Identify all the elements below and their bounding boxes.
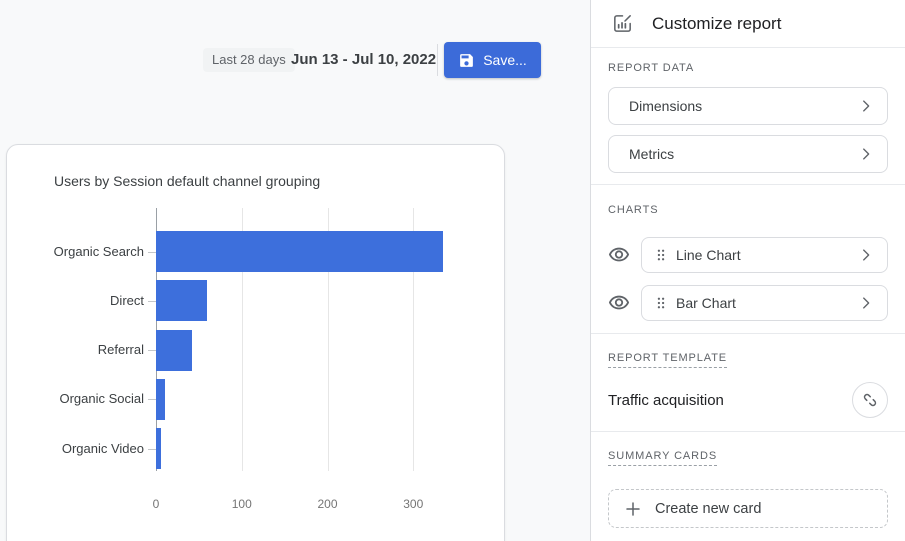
y-axis-tick bbox=[148, 449, 156, 450]
section-report-data: REPORT DATA Dimensions Metrics bbox=[591, 48, 905, 173]
bar-organic-video bbox=[156, 428, 161, 469]
category-label: Referral bbox=[7, 342, 144, 358]
bar-chart-label: Bar Chart bbox=[676, 295, 857, 311]
customize-report-icon bbox=[611, 12, 634, 35]
template-row: Traffic acquisition bbox=[608, 382, 888, 418]
panel-header: Customize report bbox=[591, 0, 905, 47]
panel-title: Customize report bbox=[652, 14, 781, 34]
visibility-eye-icon[interactable] bbox=[608, 244, 630, 266]
report-template-label: REPORT TEMPLATE bbox=[608, 352, 727, 368]
bar-referral bbox=[156, 330, 192, 371]
report-data-label: REPORT DATA bbox=[608, 62, 694, 74]
chevron-right-icon bbox=[857, 97, 875, 115]
category-label: Organic Social bbox=[7, 391, 144, 407]
x-tick-label: 100 bbox=[232, 497, 252, 511]
chevron-right-icon bbox=[857, 145, 875, 163]
plus-icon bbox=[624, 500, 642, 518]
bar-chart-plot-area bbox=[156, 208, 499, 471]
x-tick-label: 0 bbox=[153, 497, 160, 511]
category-label: Organic Video bbox=[7, 441, 144, 457]
create-new-card-button[interactable]: Create new card bbox=[608, 489, 888, 528]
bar-organic-search bbox=[156, 231, 443, 272]
customize-report-panel: Customize report REPORT DATA Dimensions … bbox=[590, 0, 905, 541]
y-axis-tick bbox=[148, 350, 156, 351]
y-axis-tick bbox=[148, 399, 156, 400]
report-chart-card: Users by Session default channel groupin… bbox=[6, 144, 505, 541]
x-tick-label: 300 bbox=[403, 497, 423, 511]
section-charts: CHARTS Line Chart bbox=[591, 185, 905, 321]
line-chart-row: Line Chart bbox=[608, 237, 888, 273]
line-chart-box[interactable]: Line Chart bbox=[641, 237, 888, 273]
x-tick-label: 200 bbox=[317, 497, 337, 511]
bar-organic-social bbox=[156, 379, 165, 420]
y-axis-tick bbox=[148, 252, 156, 253]
unlink-icon bbox=[860, 390, 880, 410]
section-summary-cards: SUMMARY CARDS Create new card bbox=[591, 432, 905, 528]
section-report-template: REPORT TEMPLATE Traffic acquisition bbox=[591, 334, 905, 418]
dimensions-row[interactable]: Dimensions bbox=[608, 87, 888, 125]
toolbar-divider bbox=[437, 44, 438, 76]
summary-cards-label: SUMMARY CARDS bbox=[608, 450, 717, 466]
metrics-row[interactable]: Metrics bbox=[608, 135, 888, 173]
bar-chart-box[interactable]: Bar Chart bbox=[641, 285, 888, 321]
dimensions-label: Dimensions bbox=[629, 98, 857, 114]
save-button[interactable]: Save... bbox=[444, 42, 541, 78]
line-chart-label: Line Chart bbox=[676, 247, 857, 263]
toolbar: Last 28 days Jun 13 - Jul 10, 2022 Save.… bbox=[0, 0, 590, 110]
chevron-right-icon bbox=[857, 294, 875, 312]
category-label: Organic Search bbox=[7, 244, 144, 260]
y-axis-tick bbox=[148, 301, 156, 302]
chevron-right-icon bbox=[857, 246, 875, 264]
bar-direct bbox=[156, 280, 207, 321]
metrics-label: Metrics bbox=[629, 146, 857, 162]
date-range-text[interactable]: Jun 13 - Jul 10, 2022 bbox=[291, 51, 436, 68]
visibility-eye-icon[interactable] bbox=[608, 292, 630, 314]
bar-chart-row: Bar Chart bbox=[608, 285, 888, 321]
drag-handle-icon[interactable] bbox=[652, 294, 670, 312]
category-label: Direct bbox=[7, 293, 144, 309]
save-icon bbox=[458, 52, 475, 69]
drag-handle-icon[interactable] bbox=[652, 246, 670, 264]
unlink-template-button[interactable] bbox=[852, 382, 888, 418]
chart-title: Users by Session default channel groupin… bbox=[54, 173, 320, 189]
save-button-label: Save... bbox=[483, 52, 527, 68]
template-name: Traffic acquisition bbox=[608, 392, 724, 409]
date-preset-chip[interactable]: Last 28 days bbox=[203, 48, 295, 72]
charts-label: CHARTS bbox=[608, 204, 658, 216]
create-new-card-label: Create new card bbox=[655, 501, 761, 517]
